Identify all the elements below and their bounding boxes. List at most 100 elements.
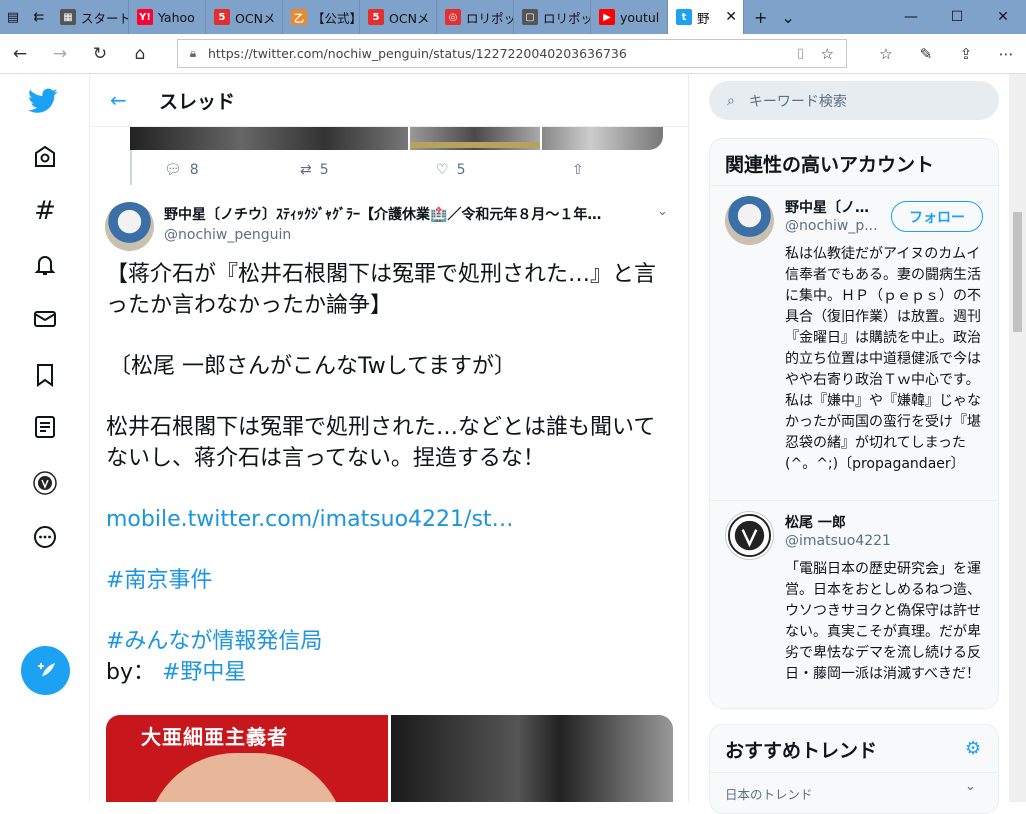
tab-favicon-icon: 5 [214, 9, 230, 25]
tweet-link[interactable]: mobile.twitter.com/imatsuo4221/st… [106, 507, 514, 532]
home-icon[interactable]: ⌂ [120, 34, 160, 74]
browser-tab[interactable]: t 野 ✕ [668, 0, 744, 34]
lists-icon[interactable] [30, 412, 60, 442]
tweet-menu-chevron-icon[interactable]: ⌄ [657, 204, 668, 219]
address-toolbar: ← → ↻ ⌂ 🔒︎ https://twitter.com/nochiw_pe… [0, 34, 1026, 74]
share-upload-icon: ⇧ [572, 162, 584, 178]
media-caption: 大亜細亜主義者 [141, 725, 288, 749]
close-tab-icon[interactable]: ✕ [725, 9, 737, 25]
notifications-bell-icon[interactable] [30, 250, 60, 280]
tab-label: 野 [697, 10, 710, 26]
tweet-line-quote: 〔松尾 一郎さんがこんなTwしてますが〕 [109, 354, 517, 379]
hashtag-link[interactable]: #野中星 [162, 660, 246, 685]
account-avatar[interactable] [725, 196, 774, 245]
forward-icon[interactable]: → [40, 34, 80, 74]
browser-tab[interactable]: 5 OCNメ [206, 0, 283, 34]
account-name[interactable]: 松尾 一郎 [785, 512, 846, 532]
like-count: 5 [456, 162, 466, 178]
tab-label: youtul [620, 9, 660, 25]
like-action[interactable]: ♡ 5 [436, 162, 572, 178]
refresh-icon[interactable]: ↻ [80, 34, 120, 74]
hashtag-link[interactable]: #みんなが情報発信局 [106, 629, 322, 654]
url-field[interactable]: 🔒︎ https://twitter.com/nochiw_penguin/st… [177, 39, 847, 68]
favorites-hub-icon[interactable]: ☆ [866, 34, 906, 74]
share-tweet-action[interactable]: ⇧ [572, 162, 688, 178]
page-scrollbar[interactable] [1009, 74, 1026, 802]
bookmarks-icon[interactable] [30, 360, 60, 390]
retweet-icon: ⇄ [300, 162, 312, 178]
web-note-icon[interactable]: ✎ [906, 34, 946, 74]
trends-settings-gear-icon[interactable]: ⚙ [965, 738, 981, 759]
browser-tab[interactable]: ▦ スタート [52, 0, 129, 34]
reply-count: 8 [189, 162, 199, 178]
search-input[interactable]: ⌕ キーワード検索 [709, 81, 999, 120]
more-menu-icon[interactable]: ⋯ [986, 34, 1026, 74]
hashtag-explore-icon[interactable]: # [30, 196, 60, 226]
share-icon[interactable]: ⇪ [946, 34, 986, 74]
minimize-icon[interactable]: — [888, 0, 934, 34]
account-item[interactable]: 松尾 一郎 @imatsuo4221 「電脳日本の歴史研究会」を運営。日本をおと… [710, 501, 998, 708]
compose-tweet-button[interactable] [21, 646, 70, 695]
trends-subtitle: 日本のトレンド [725, 787, 813, 802]
media-image-right[interactable] [391, 715, 673, 802]
author-avatar[interactable] [105, 202, 154, 251]
reading-view-icon[interactable]: ▯ [797, 46, 804, 61]
explore-home-icon[interactable] [30, 142, 60, 172]
page-title: スレッド [159, 91, 236, 113]
browser-tab[interactable]: ◎ ロリポッ [437, 0, 514, 34]
browser-tab[interactable]: Y! Yahoo [129, 0, 206, 34]
trends-title: おすすめトレンド [710, 725, 998, 773]
twitter-logo-icon[interactable] [28, 86, 58, 116]
tab-favicon-icon: ◎ [445, 9, 461, 25]
tab-favicon-icon: ▢ [522, 9, 538, 25]
author-display-name[interactable]: 野中星〔ノチウ〕ｽﾃｨｯｸｼﾞｬｸﾞﾗｰ【介護休業🏥／令和元年８月～１年… [164, 204, 644, 224]
browser-tab[interactable]: ▶ youtul [591, 0, 668, 34]
back-icon[interactable]: ← [0, 34, 40, 74]
messages-envelope-icon[interactable] [30, 304, 60, 334]
previous-tweet-media[interactable] [130, 127, 673, 150]
main-thread-column: ← スレッド 💬︎ 8 ⇄ 5 ♡ 5 ⇧ 野中星〔ノチウ〕ｽﾃｨｯｸｼﾞｬｸﾞﾗｰ【… [90, 74, 689, 802]
tab-strip: ▦ スタート Y! Yahoo 5 OCNメ乙【公式】 5 OCNメ ◎ ロリポッ ▢ ロリポッ ▶ yo… [52, 0, 744, 34]
reply-action[interactable]: 💬︎ 8 [164, 162, 300, 178]
browser-tab[interactable]: 5 OCNメ [360, 0, 437, 34]
author-handle[interactable]: @nochiw_penguin [164, 227, 291, 243]
tweet-media[interactable]: 大亜細亜主義者 [106, 715, 673, 802]
related-accounts-title: 関連性の高いアカウント [710, 139, 998, 186]
browser-tab[interactable]: 乙【公式】 [283, 0, 360, 34]
new-tab-icon[interactable]: + [754, 8, 767, 27]
trend-menu-chevron-icon[interactable]: ⌄ [965, 779, 976, 794]
account-bio: 「電脳日本の歴史研究会」を運営。日本をおとしめるねつ造、ウソつきサヨクと偽保守は… [785, 561, 981, 682]
tab-label: ロリポッ [543, 10, 591, 26]
previous-tweet-actions: 💬︎ 8 ⇄ 5 ♡ 5 ⇧ [164, 162, 688, 178]
back-arrow-icon[interactable]: ← [110, 88, 127, 112]
tweet-line-body: 松井石根閣下は冤罪で処刑された…などとは誰も聞いてないし、蒋介石は言ってない。捏… [106, 415, 656, 471]
media-image-left[interactable]: 大亜細亜主義者 [106, 715, 388, 802]
browser-tab[interactable]: ▢ ロリポッ [514, 0, 591, 34]
account-name[interactable]: 野中星〔ノ… [785, 197, 869, 217]
related-accounts-card: 関連性の高いアカウント 野中星〔ノ… @nochiw_p... フォロー 私は仏… [709, 138, 999, 709]
account-item[interactable]: 野中星〔ノ… @nochiw_p... フォロー 私は仏教徒だがアイヌのカムイ信… [710, 186, 998, 501]
account-handle: @imatsuo4221 [785, 533, 891, 549]
maximize-icon[interactable]: ☐ [934, 0, 980, 34]
more-options-icon[interactable] [30, 522, 60, 552]
search-icon: ⌕ [727, 92, 735, 109]
account-avatar[interactable] [725, 511, 774, 560]
profile-avatar-icon[interactable] [30, 468, 60, 498]
tab-favicon-icon: ▶ [599, 9, 615, 25]
favorite-star-icon[interactable]: ☆ [821, 45, 834, 63]
feather-plus-icon [37, 662, 55, 677]
thread-header: ← スレッド [90, 74, 688, 127]
hashtag-link[interactable]: #南京事件 [106, 568, 212, 593]
trends-card: おすすめトレンド ⚙ 日本のトレンド ⌄ [709, 724, 999, 814]
tab-label: 【公式】 [312, 10, 360, 26]
scrollbar-thumb[interactable] [1013, 212, 1022, 332]
retweet-action[interactable]: ⇄ 5 [300, 162, 436, 178]
tab-actions-icon[interactable]: ▤ [0, 0, 26, 34]
tab-label: スタート [81, 10, 129, 26]
heart-icon: ♡ [436, 162, 449, 178]
tab-preview-chevron-icon[interactable]: ⌄ [781, 8, 794, 27]
follow-button[interactable]: フォロー [891, 201, 983, 232]
set-aside-tabs-icon[interactable]: ⇇ [26, 0, 52, 34]
close-window-icon[interactable]: ✕ [980, 0, 1026, 34]
tweet-line-heading: 【蒋介石が『松井石根閣下は冤罪で処刑された…』と言ったか言わなかったか論争】 [106, 262, 657, 318]
